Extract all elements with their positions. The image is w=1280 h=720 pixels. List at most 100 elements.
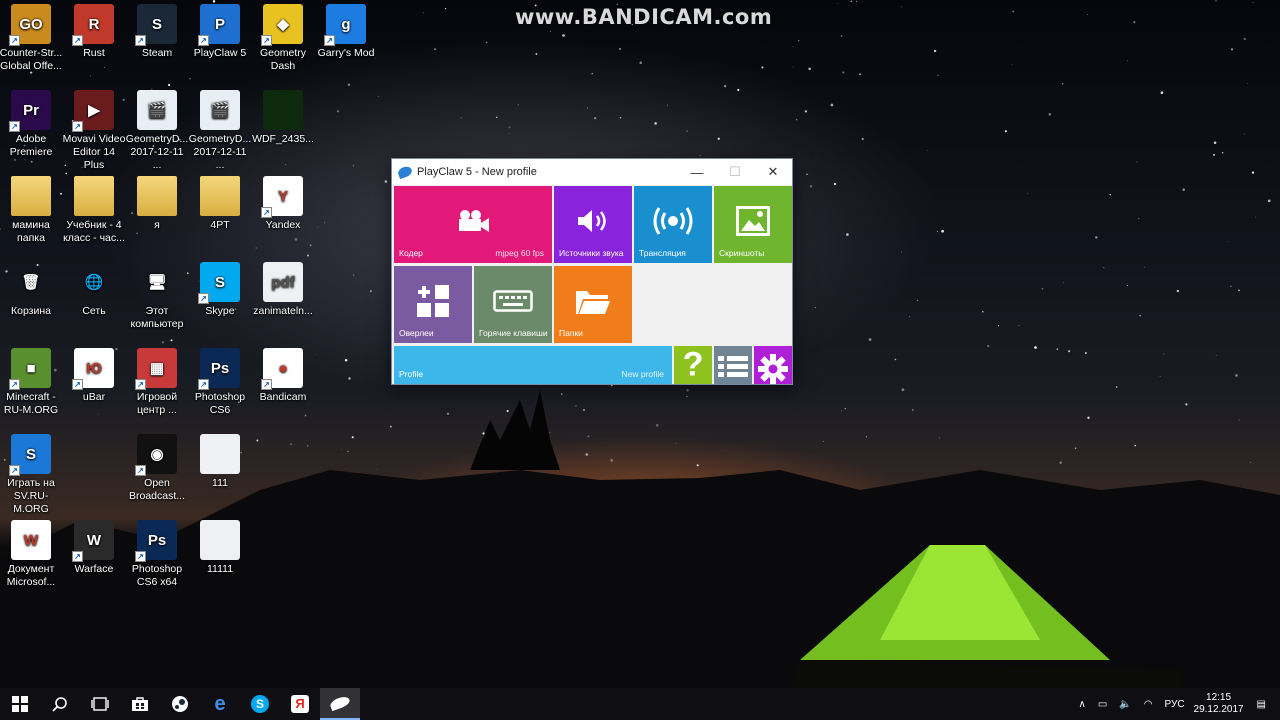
app-icon: ◆ ↗ [261, 4, 303, 46]
broadcast-icon [653, 206, 693, 235]
keyboard-icon [493, 289, 533, 312]
tile-screenshots-label: Скриншоты [719, 248, 765, 258]
desktop-icon-label: Rust [83, 47, 105, 59]
battery-icon[interactable]: ▭ [1098, 699, 1107, 710]
desktop-icon[interactable]: W Документ Microsof... [0, 520, 63, 589]
tile-stream-label: Трансляция [639, 248, 686, 258]
app-icon [263, 90, 303, 130]
desktop-icon[interactable]: я [125, 176, 189, 232]
desktop-icon[interactable]: 🖥 Этот компьютер [125, 262, 189, 331]
desktop-icon[interactable]: Учебник - 4 класс - час... [62, 176, 126, 245]
notifications-icon[interactable]: ▤ [1257, 699, 1266, 710]
desktop-icon[interactable]: ▶ ↗ Movavi Video Editor 14 Plus [62, 90, 126, 172]
search-icon [52, 697, 67, 712]
task-view-button[interactable] [80, 688, 120, 720]
list-button[interactable] [714, 346, 752, 384]
store-icon [132, 697, 148, 711]
tile-screenshots[interactable]: Скриншоты [714, 186, 792, 263]
minimize-button[interactable]: — [678, 159, 716, 185]
tile-hotkeys[interactable]: Горячие клавиши [474, 266, 552, 343]
desktop-icon[interactable]: ● ↗ Bandicam [251, 348, 315, 404]
language-indicator[interactable]: РУС [1165, 699, 1185, 710]
desktop-icon[interactable]: Ps ↗ Photoshop CS6 [188, 348, 252, 417]
shortcut-arrow-icon: ↗ [261, 35, 272, 46]
desktop-icon-label: Сеть [82, 305, 106, 317]
question-icon: ? [682, 345, 704, 384]
app-icon [200, 434, 240, 474]
chevron-up-icon[interactable]: ∧ [1079, 699, 1086, 710]
desktop-icon[interactable]: R ↗ Rust [62, 4, 126, 60]
desktop-icon[interactable]: 🌐 Сеть [62, 262, 126, 318]
tile-overlays-label: Оверлеи [399, 328, 434, 338]
shortcut-arrow-icon: ↗ [72, 121, 83, 132]
overlays-grid-icon [417, 284, 449, 317]
app-icon: 🗑 [21, 273, 41, 291]
maximize-button[interactable]: ☐ [716, 159, 754, 185]
taskbar-steam[interactable] [160, 688, 200, 720]
gear-icon [758, 353, 788, 384]
desktop-icon[interactable]: 🗑 Корзина [0, 262, 63, 318]
app-icon: g ↗ [324, 4, 366, 46]
desktop-icon[interactable]: Ps ↗ Photoshop CS6 x64 [125, 520, 189, 589]
app-icon: ◉ ↗ [135, 434, 177, 476]
tile-encoder[interactable]: Кодер mjpeg 60 fps [394, 186, 552, 263]
task-view-icon [91, 697, 109, 711]
shortcut-arrow-icon: ↗ [9, 121, 20, 132]
tile-folders[interactable]: Папки [554, 266, 632, 343]
taskbar-store[interactable] [120, 688, 160, 720]
taskbar-skype[interactable]: S [240, 688, 280, 720]
desktop-icon[interactable]: ■ ↗ Minecraft - RU-M.ORG [0, 348, 63, 417]
desktop-icon[interactable]: 4PT [188, 176, 252, 232]
desktop-icon[interactable]: 🎬 GeometryD... 2017-12-11 ... [125, 90, 189, 172]
desktop-icon[interactable]: GO ↗ Counter-Str... Global Offe... [0, 4, 63, 73]
desktop-icon[interactable]: S ↗ Steam [125, 4, 189, 60]
desktop-icon-label: Adobe Premiere [9, 133, 53, 158]
app-icon: R ↗ [72, 4, 114, 46]
desktop-icon-label: Steam [141, 47, 173, 59]
playclaw-window[interactable]: PlayClaw 5 - New profile — ☐ ✕ Кодер mjp… [391, 158, 793, 385]
desktop-icon[interactable]: ◉ ↗ Open Broadcast... [125, 434, 189, 503]
desktop-icon[interactable]: 11111 [188, 520, 252, 576]
clock-time: 12:15 [1206, 692, 1232, 703]
desktop-icon[interactable]: мамина папка [0, 176, 63, 245]
tile-stream[interactable]: Трансляция [634, 186, 712, 263]
desktop-icon-label: zanimateln... [253, 305, 313, 317]
desktop-icon[interactable]: WDF_2435... [251, 90, 315, 146]
tile-overlays[interactable]: Оверлеи [394, 266, 472, 343]
desktop-icon-label: Warface [74, 563, 114, 575]
desktop-icon-label: Photoshop CS6 [194, 391, 246, 416]
desktop-icon[interactable]: Ю ↗ uBar [62, 348, 126, 404]
close-button[interactable]: ✕ [754, 159, 792, 185]
volume-icon[interactable]: 🔈 [1119, 699, 1131, 710]
desktop-icon[interactable]: 111 [188, 434, 252, 490]
desktop-icon[interactable]: g ↗ Garry's Mod [314, 4, 378, 60]
tile-audio-sources[interactable]: Источники звука [554, 186, 632, 263]
desktop-icon[interactable]: S ↗ Играть на SV.RU-M.ORG [0, 434, 63, 516]
taskbar-edge[interactable]: e [200, 688, 240, 720]
desktop-icon[interactable]: Pr ↗ Adobe Premiere [0, 90, 63, 159]
app-icon: 🎬 [137, 90, 177, 130]
settings-button[interactable] [754, 346, 792, 384]
desktop-icon[interactable]: Y ↗ Yandex [251, 176, 315, 232]
system-tray: ∧ ▭ 🔈 ◠ РУС 12:15 29.12.2017 ▤ [1073, 688, 1280, 720]
start-button[interactable] [0, 688, 40, 720]
app-icon: 🎬 [200, 90, 240, 130]
taskbar-yandex[interactable]: Я [280, 688, 320, 720]
taskbar-playclaw[interactable] [320, 688, 360, 720]
network-icon[interactable]: ◠ [1144, 699, 1153, 710]
title-bar[interactable]: PlayClaw 5 - New profile — ☐ ✕ [392, 159, 792, 185]
desktop-icon-label: uBar [82, 391, 106, 403]
desktop-icon[interactable]: S ↗ Skype [188, 262, 252, 318]
desktop-icon[interactable]: pdf zanimateln... [251, 262, 315, 318]
desktop-icon[interactable]: P ↗ PlayClaw 5 [188, 4, 252, 60]
desktop-icon[interactable]: ▦ ↗ Игровой центр ... [125, 348, 189, 417]
desktop-icon-label: я [154, 219, 160, 231]
tile-profile[interactable]: Profile New profile [394, 346, 672, 384]
clock[interactable]: 12:15 29.12.2017 [1191, 692, 1247, 716]
video-camera-icon [459, 209, 489, 232]
desktop-icon[interactable]: 🎬 GeometryD... 2017-12-11 ... [188, 90, 252, 172]
desktop-icon[interactable]: ◆ ↗ Geometry Dash [251, 4, 315, 73]
desktop-icon[interactable]: W ↗ Warface [62, 520, 126, 576]
search-button[interactable] [40, 688, 80, 720]
help-button[interactable]: ? [674, 346, 712, 384]
